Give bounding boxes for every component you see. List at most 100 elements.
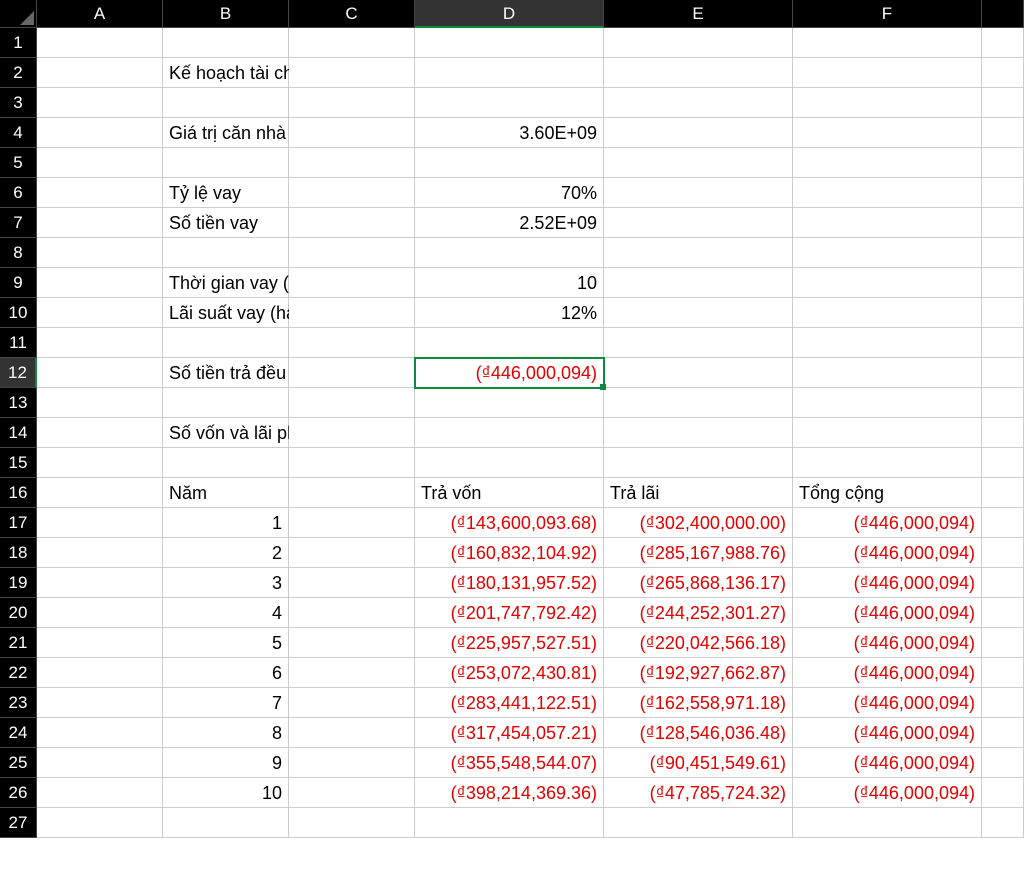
col-interest-header[interactable]: Trả lãi (604, 478, 793, 508)
cell[interactable] (793, 298, 982, 328)
row-header-14[interactable]: 14 (0, 418, 37, 448)
year-cell[interactable]: 2 (163, 538, 289, 568)
cell[interactable] (289, 28, 415, 58)
row-header-16[interactable]: 16 (0, 478, 37, 508)
col-total-header[interactable]: Tổng cộng (793, 478, 982, 508)
cell[interactable] (289, 688, 415, 718)
row-header-1[interactable]: 1 (0, 28, 37, 58)
total-cell[interactable]: (₫446,000,094) (793, 688, 982, 718)
rate-label[interactable]: Lãi suất vay (hàng năm) (163, 298, 289, 328)
cell[interactable] (604, 178, 793, 208)
cell[interactable] (415, 88, 604, 118)
interest-cell[interactable]: (₫244,252,301.27) (604, 598, 793, 628)
row-header-13[interactable]: 13 (0, 388, 37, 418)
row-header-4[interactable]: 4 (0, 118, 37, 148)
cell[interactable] (289, 598, 415, 628)
cell[interactable] (37, 418, 163, 448)
total-cell[interactable]: (₫446,000,094) (793, 508, 982, 538)
principal-cell[interactable]: (₫317,454,057.21) (415, 718, 604, 748)
column-header-blank[interactable] (982, 0, 1024, 28)
row-header-7[interactable]: 7 (0, 208, 37, 238)
total-cell[interactable]: (₫446,000,094) (793, 658, 982, 688)
cell[interactable] (982, 808, 1024, 838)
cell[interactable] (163, 448, 289, 478)
cell[interactable] (37, 718, 163, 748)
column-header-A[interactable]: A (37, 0, 163, 28)
cell[interactable] (982, 178, 1024, 208)
cell[interactable] (604, 808, 793, 838)
principal-cell[interactable]: (₫283,441,122.51) (415, 688, 604, 718)
row-header-19[interactable]: 19 (0, 568, 37, 598)
cell[interactable] (37, 178, 163, 208)
principal-cell[interactable]: (₫201,747,792.42) (415, 598, 604, 628)
cell[interactable] (415, 328, 604, 358)
cell[interactable] (415, 58, 604, 88)
cell[interactable] (793, 148, 982, 178)
cell[interactable] (289, 208, 415, 238)
house-value-label[interactable]: Giá trị căn nhà (163, 118, 289, 148)
cell[interactable] (163, 328, 289, 358)
row-header-12[interactable]: 12 (0, 358, 37, 388)
cell[interactable] (793, 388, 982, 418)
cell[interactable] (289, 358, 415, 388)
cell[interactable] (604, 388, 793, 418)
cell[interactable] (982, 718, 1024, 748)
cell[interactable] (37, 58, 163, 88)
cell[interactable] (415, 238, 604, 268)
loan-ratio-label[interactable]: Tỷ lệ vay (163, 178, 289, 208)
total-cell[interactable]: (₫446,000,094) (793, 748, 982, 778)
cell[interactable] (604, 58, 793, 88)
cell[interactable] (982, 328, 1024, 358)
cell[interactable] (289, 238, 415, 268)
cell[interactable] (415, 388, 604, 418)
interest-cell[interactable]: (₫47,785,724.32) (604, 778, 793, 808)
cell[interactable] (793, 208, 982, 238)
row-header-5[interactable]: 5 (0, 148, 37, 178)
cell[interactable] (37, 118, 163, 148)
cell[interactable] (982, 448, 1024, 478)
cell[interactable] (982, 778, 1024, 808)
cell[interactable] (37, 658, 163, 688)
cell[interactable] (37, 808, 163, 838)
total-cell[interactable]: (₫446,000,094) (793, 718, 982, 748)
col-principal-header[interactable]: Trả vốn (415, 478, 604, 508)
cell[interactable] (793, 418, 982, 448)
cell[interactable] (793, 808, 982, 838)
cell[interactable] (982, 688, 1024, 718)
title-label[interactable]: Kế hoạch tài chính khi mua nhà (163, 58, 289, 88)
cell[interactable] (415, 418, 604, 448)
cell[interactable] (604, 88, 793, 118)
cell[interactable] (289, 58, 415, 88)
cell[interactable] (163, 28, 289, 58)
cell[interactable] (289, 568, 415, 598)
cell[interactable] (289, 118, 415, 148)
total-cell[interactable]: (₫446,000,094) (793, 628, 982, 658)
column-header-F[interactable]: F (793, 0, 982, 28)
total-cell[interactable]: (₫446,000,094) (793, 538, 982, 568)
cell[interactable] (982, 58, 1024, 88)
col-year-header[interactable]: Năm (163, 478, 289, 508)
cell[interactable] (163, 388, 289, 418)
cell[interactable] (604, 358, 793, 388)
loan-amount-label[interactable]: Số tiền vay (163, 208, 289, 238)
cell[interactable] (415, 28, 604, 58)
interest-cell[interactable]: (₫128,546,036.48) (604, 718, 793, 748)
cell[interactable] (37, 478, 163, 508)
cell[interactable] (289, 808, 415, 838)
cell[interactable] (982, 118, 1024, 148)
interest-cell[interactable]: (₫302,400,000.00) (604, 508, 793, 538)
cell[interactable] (604, 28, 793, 58)
principal-cell[interactable]: (₫398,214,369.36) (415, 778, 604, 808)
cell[interactable] (289, 628, 415, 658)
column-header-B[interactable]: B (163, 0, 289, 28)
cell[interactable] (604, 448, 793, 478)
cell[interactable] (37, 268, 163, 298)
cell[interactable] (982, 88, 1024, 118)
spreadsheet-grid[interactable]: ABCDEF12Kế hoạch tài chính khi mua nhà34… (0, 0, 1024, 838)
row-header-24[interactable]: 24 (0, 718, 37, 748)
cell[interactable] (982, 418, 1024, 448)
cell[interactable] (289, 328, 415, 358)
cell[interactable] (289, 298, 415, 328)
interest-cell[interactable]: (₫265,868,136.17) (604, 568, 793, 598)
cell[interactable] (793, 88, 982, 118)
